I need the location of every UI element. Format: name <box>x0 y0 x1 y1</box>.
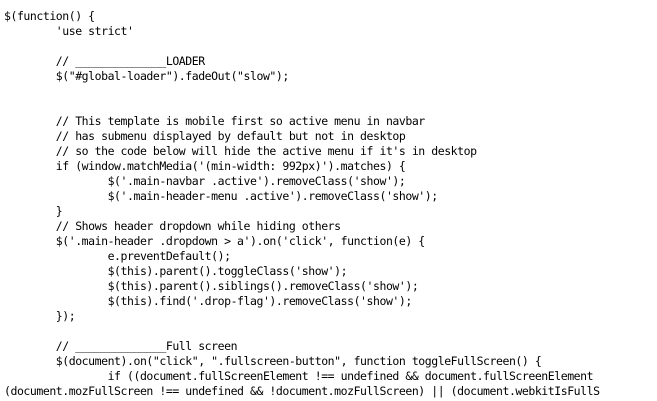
code-line-8: // This template is mobile first so acti… <box>4 114 425 128</box>
code-line-4: // ______________LOADER <box>4 54 205 68</box>
code-line-19: $(this).parent().siblings().removeClass(… <box>4 279 419 293</box>
code-line-18: $(this).parent().toggleClass('show'); <box>4 264 348 278</box>
code-line-15: // Shows header dropdown while hiding ot… <box>4 219 341 233</box>
code-line-21: }); <box>4 309 76 323</box>
code-line-2: 'use strict' <box>4 24 134 38</box>
code-line-24: $(document).on("click", ".fullscreen-but… <box>4 354 542 368</box>
code-line-10: // so the code below will hide the activ… <box>4 144 477 158</box>
code-line-9: // has submenu displayed by default but … <box>4 129 406 143</box>
code-line-25: if ((document.fullScreenElement !== unde… <box>4 369 594 383</box>
code-line-23: // ______________Full screen <box>4 339 238 353</box>
code-line-16: $('.main-header .dropdown > a').on('clic… <box>4 234 425 248</box>
code-line-11: if (window.matchMedia('(min-width: 992px… <box>4 159 406 173</box>
code-line-1: $(function() { <box>4 9 95 23</box>
code-line-12: $('.main-navbar .active').removeClass('s… <box>4 174 406 188</box>
code-line-14: } <box>4 204 63 218</box>
code-line-13: $('.main-header-menu .active').removeCla… <box>4 189 439 203</box>
code-line-17: e.preventDefault(); <box>4 249 231 263</box>
code-line-5: $("#global-loader").fadeOut("slow"); <box>4 69 290 83</box>
code-editor[interactable]: $(function() { 'use strict' // _________… <box>4 9 657 401</box>
code-line-26: (document.mozFullScreen !== undefined &&… <box>4 384 600 398</box>
code-line-20: $(this).find('.drop-flag').removeClass('… <box>4 294 413 308</box>
